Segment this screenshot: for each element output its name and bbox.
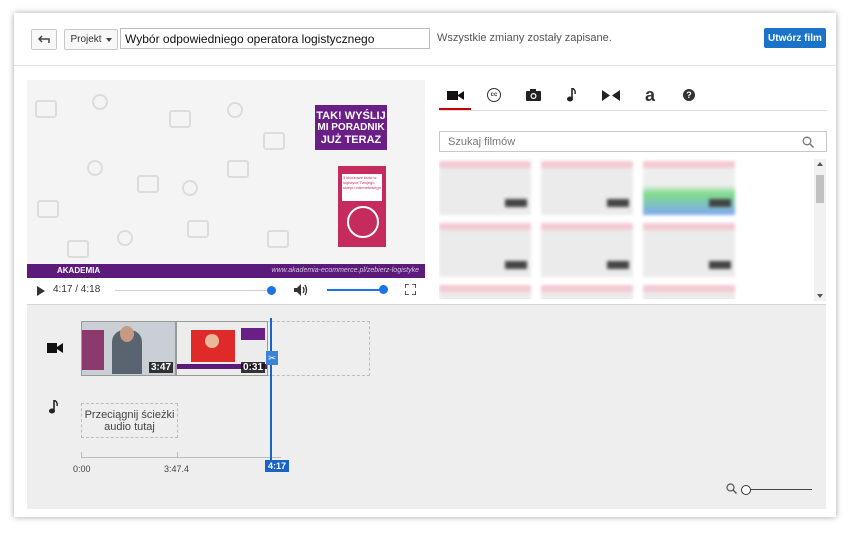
- help-icon: ?: [683, 89, 695, 101]
- video-results-grid: [439, 159, 817, 299]
- promo-banner: TAK! WYŚLIJ MI PORADNIK JUŻ TERAZ: [315, 105, 387, 150]
- volume-handle[interactable]: [379, 285, 388, 294]
- academy-url: www.akademia-ecommerce.pl/zebierz-logist…: [271, 267, 419, 274]
- tab-audio[interactable]: [563, 86, 581, 104]
- background-doodle: [137, 175, 159, 193]
- save-status-text: Wszystkie zmiany zostały zapisane.: [437, 32, 612, 44]
- editor-toolbar: Projekt Wszystkie zmiany zostały zapisan…: [14, 13, 836, 66]
- video-thumbnail[interactable]: [643, 161, 735, 215]
- video-thumbnail[interactable]: [541, 161, 633, 215]
- search-input[interactable]: [439, 131, 827, 152]
- background-doodle: [117, 230, 133, 246]
- clock-icon: [347, 206, 379, 238]
- video-thumbnail[interactable]: [643, 223, 735, 277]
- seek-bar[interactable]: [115, 286, 277, 295]
- ruler-tick: [81, 452, 82, 458]
- background-doodle: [227, 160, 249, 178]
- video-clip[interactable]: 3:47: [81, 321, 176, 376]
- background-doodle: [35, 100, 57, 118]
- project-menu-label: Projekt: [70, 34, 102, 45]
- guide-book-cover: 3 kluczowe kroki w logistyce Twojego skl…: [338, 166, 386, 247]
- ruler-label-start: 0:00: [73, 464, 91, 474]
- promo-line: JUŻ TERAZ: [320, 133, 382, 146]
- book-title: 3 kluczowe kroki w logistyce Twojego skl…: [342, 174, 382, 201]
- background-doodle: [169, 110, 191, 128]
- music-note-icon: [49, 399, 58, 414]
- background-doodle: [263, 132, 285, 150]
- background-doodle: [87, 160, 103, 176]
- zoom-handle[interactable]: [741, 485, 751, 495]
- video-thumbnail[interactable]: [439, 285, 531, 299]
- video-camera-icon: [446, 90, 464, 100]
- tab-transitions[interactable]: [602, 86, 620, 104]
- project-menu-button[interactable]: Projekt: [64, 29, 118, 50]
- ruler-tick: [177, 452, 178, 458]
- video-editor-window: Projekt Wszystkie zmiany zostały zapisan…: [14, 13, 836, 517]
- video-thumbnail[interactable]: [439, 223, 531, 277]
- video-thumbnail[interactable]: [541, 223, 633, 277]
- tab-annotations[interactable]: a: [641, 84, 659, 105]
- undo-button[interactable]: [31, 29, 57, 50]
- volume-icon[interactable]: [293, 283, 308, 297]
- timeline-ruler: [81, 457, 281, 458]
- transition-icon: [602, 89, 620, 101]
- active-tab-indicator: [439, 108, 471, 110]
- clip-duration: 3:47: [148, 362, 173, 373]
- tab-photos[interactable]: [524, 86, 542, 104]
- media-tabs: cc a ?: [439, 80, 827, 111]
- video-thumbnail[interactable]: [643, 285, 735, 299]
- background-doodle: [67, 240, 89, 258]
- scissors-icon: ✂: [268, 352, 276, 363]
- promo-line: MI PORADNIK: [317, 121, 385, 133]
- chevron-down-icon: [105, 37, 112, 42]
- playhead[interactable]: [270, 318, 272, 470]
- scroll-down-icon[interactable]: [817, 294, 823, 298]
- tab-video[interactable]: [446, 86, 464, 104]
- scroll-up-icon[interactable]: [817, 162, 823, 166]
- tab-captions[interactable]: cc: [485, 86, 503, 104]
- playhead-time[interactable]: 4:17: [265, 460, 289, 472]
- create-video-button[interactable]: Utwórz film: [764, 28, 826, 48]
- play-icon[interactable]: [37, 286, 45, 296]
- audio-drop-hint: Przeciągnij ścieżki audio tutaj: [84, 408, 175, 433]
- academy-label: AKADEMIA: [57, 266, 101, 275]
- background-doodle: [187, 220, 209, 238]
- undo-arrow-icon: [38, 35, 50, 43]
- fullscreen-icon[interactable]: [405, 284, 416, 295]
- seek-handle[interactable]: [267, 286, 277, 295]
- video-preview[interactable]: TAK! WYŚLIJ MI PORADNIK JUŻ TERAZ 3 kluc…: [27, 80, 425, 278]
- audio-track-drop-area[interactable]: Przeciągnij ścieżki audio tutaj: [81, 403, 178, 438]
- zoom-slider[interactable]: [745, 489, 812, 490]
- ruler-label-mid: 3:47.4: [164, 464, 190, 474]
- video-thumbnail[interactable]: [439, 161, 531, 215]
- split-clip-button[interactable]: ✂: [266, 351, 278, 365]
- camera-icon: [525, 89, 541, 101]
- volume-slider[interactable]: [327, 285, 388, 294]
- background-doodle: [267, 230, 289, 248]
- search-icon[interactable]: [802, 136, 814, 148]
- tab-help[interactable]: ?: [680, 86, 698, 104]
- timeline-panel: 3:47 0:31 Przeciągnij ścieżki audio tuta…: [27, 304, 826, 509]
- project-title-input[interactable]: [120, 28, 430, 49]
- promo-line: TAK! WYŚLIJ: [316, 109, 386, 122]
- video-clip[interactable]: 0:31: [176, 321, 268, 376]
- zoom-icon: [726, 483, 737, 494]
- player-controls: 4:17 / 4:18: [27, 278, 425, 302]
- academy-banner: AKADEMIA www.akademia-ecommerce.pl/zebie…: [27, 264, 425, 278]
- video-thumbnail[interactable]: [541, 285, 633, 299]
- background-doodle: [182, 180, 198, 196]
- scrollbar-thumb[interactable]: [816, 175, 824, 203]
- music-note-icon: [567, 88, 576, 102]
- video-track-icon: [47, 343, 63, 353]
- background-doodle: [227, 102, 243, 118]
- background-doodle: [92, 94, 108, 110]
- playback-time: 4:17 / 4:18: [53, 284, 101, 295]
- audio-track-icon: [49, 399, 59, 418]
- results-scrollbar[interactable]: [814, 159, 826, 301]
- closed-captions-icon: cc: [487, 88, 501, 102]
- clip-duration: 0:31: [240, 362, 265, 373]
- background-doodle: [37, 200, 59, 218]
- annotation-icon: a: [644, 84, 655, 105]
